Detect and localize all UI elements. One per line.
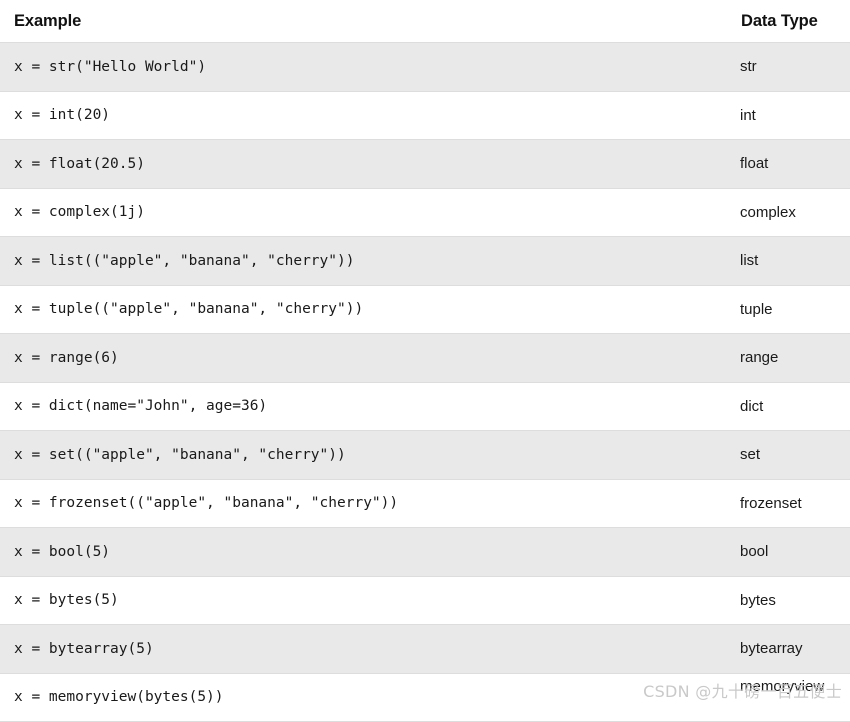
python-data-types-table-container: Example Data Type x = str("Hello World")… (0, 0, 850, 722)
table-row: x = set(("apple", "banana", "cherry")) se… (0, 430, 850, 480)
table-row: x = frozenset(("apple", "banana", "cherr… (0, 478, 850, 528)
table-row: x = dict(name="John", age=36) dict (0, 381, 850, 431)
data-type-label: range (740, 349, 779, 367)
cell-data-type: bytearray (727, 624, 850, 674)
cell-data-type: bool (727, 527, 850, 577)
cell-example: x = tuple(("apple", "banana", "cherry")) (0, 284, 727, 334)
cell-data-type: set (727, 430, 850, 480)
table-header: Example Data Type (0, 0, 850, 43)
data-type-label: memoryview (740, 677, 825, 695)
cell-data-type: tuple (727, 284, 850, 334)
data-type-label: int (740, 106, 756, 124)
data-type-label: bytearray (740, 640, 803, 658)
cell-example: x = range(6) (0, 333, 727, 383)
cell-example: x = int(20) (0, 90, 727, 140)
column-header-data-type: Data Type (727, 0, 850, 43)
cell-example: x = str("Hello World") (0, 42, 727, 92)
cell-data-type: str (727, 42, 850, 92)
cell-data-type: float (727, 139, 850, 189)
cell-example: x = memoryview(bytes(5)) (0, 672, 727, 722)
data-type-label: frozenset (740, 494, 802, 512)
cell-example: x = set(("apple", "banana", "cherry")) (0, 430, 727, 480)
cell-data-type: list (727, 236, 850, 286)
column-header-example: Example (0, 0, 727, 43)
cell-example: x = frozenset(("apple", "banana", "cherr… (0, 478, 727, 528)
cell-example: x = dict(name="John", age=36) (0, 381, 727, 431)
table-row: x = tuple(("apple", "banana", "cherry"))… (0, 284, 850, 334)
table-row: x = memoryview(bytes(5)) memoryview (0, 672, 850, 722)
table-row: x = float(20.5) float (0, 139, 850, 189)
cell-data-type: frozenset (727, 478, 850, 528)
data-type-label: bytes (740, 591, 776, 609)
table-row: x = bytearray(5) bytearray (0, 624, 850, 674)
table-row: x = bytes(5) bytes (0, 575, 850, 625)
cell-example: x = list(("apple", "banana", "cherry")) (0, 236, 727, 286)
table-row: x = complex(1j) complex (0, 187, 850, 237)
table-body: x = str("Hello World") str x = int(20) int x… (0, 42, 850, 722)
table-row: x = range(6) range (0, 333, 850, 383)
data-type-label: str (740, 58, 757, 76)
cell-data-type: int (727, 90, 850, 140)
table-row: x = int(20) int (0, 90, 850, 140)
data-type-label: tuple (740, 300, 773, 318)
data-type-label: dict (740, 397, 764, 415)
cell-data-type: memoryview (727, 672, 850, 722)
data-type-label: bool (740, 543, 769, 561)
cell-data-type: complex (727, 187, 850, 237)
cell-example: x = bool(5) (0, 527, 727, 577)
table-row: x = bool(5) bool (0, 527, 850, 577)
data-type-label: float (740, 155, 769, 173)
table-row: x = list(("apple", "banana", "cherry")) l… (0, 236, 850, 286)
table-row: x = str("Hello World") str (0, 42, 850, 92)
data-type-label: complex (740, 203, 796, 221)
cell-example: x = float(20.5) (0, 139, 727, 189)
cell-example: x = bytearray(5) (0, 624, 727, 674)
data-type-label: list (740, 252, 759, 270)
cell-data-type: dict (727, 381, 850, 431)
table-header-row: Example Data Type (0, 0, 850, 43)
cell-example: x = bytes(5) (0, 575, 727, 625)
cell-data-type: range (727, 333, 850, 383)
data-type-label: set (740, 446, 761, 464)
python-data-types-table: Example Data Type x = str("Hello World")… (0, 0, 850, 722)
cell-example: x = complex(1j) (0, 187, 727, 237)
cell-data-type: bytes (727, 575, 850, 625)
